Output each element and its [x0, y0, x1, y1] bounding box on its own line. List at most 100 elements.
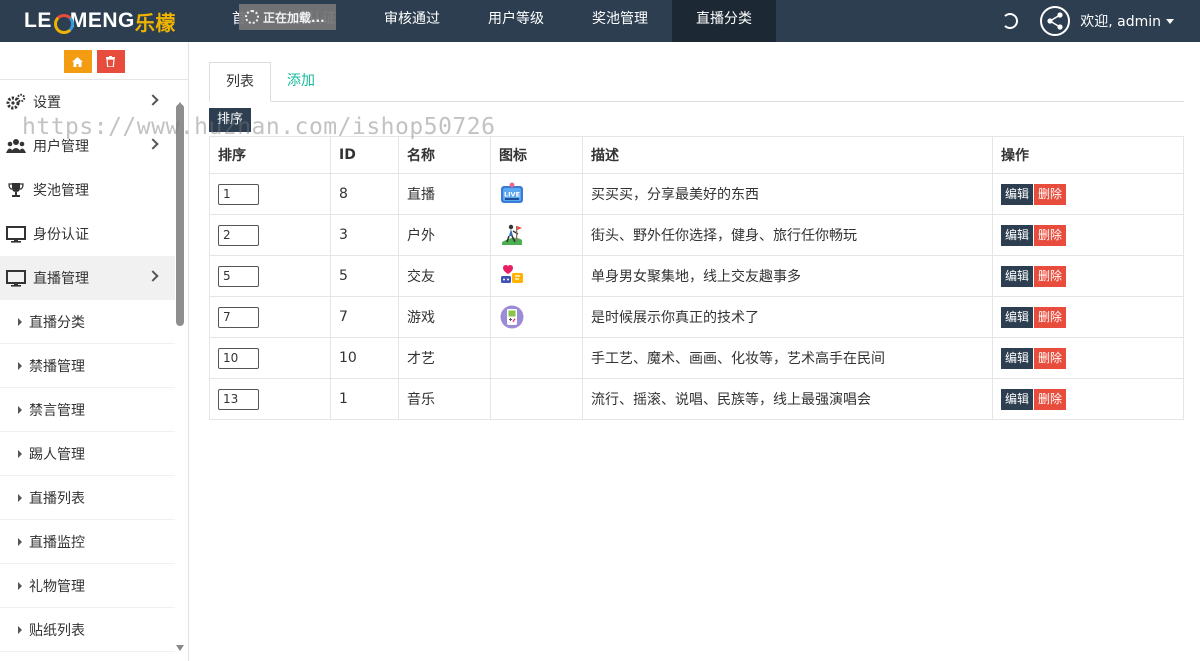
table-body: 8直播LIVE买买买，分享最美好的东西编辑删除3户外街头、野外任你选择，健身、旅…	[209, 173, 1184, 420]
sidebar-scrollbar[interactable]	[175, 100, 185, 661]
cell-actions: 编辑 删除	[992, 214, 1184, 256]
sidebar-subitem[interactable]: 贴纸列表	[0, 608, 175, 652]
cell-sort	[209, 214, 331, 256]
cell-name: 音乐	[398, 378, 491, 420]
top-navbar: LE MENG 乐檬 首份认证审核通过用户等级奖池管理直播分类 正在加载... …	[0, 0, 1200, 42]
sidebar-subitem[interactable]: 直播分类	[0, 300, 175, 344]
content-tabs: 列表 添加	[209, 62, 1184, 102]
edit-button[interactable]: 编辑	[1001, 265, 1034, 287]
cell-icon: LIVE	[490, 173, 583, 215]
nav-item[interactable]: 奖池管理	[568, 0, 672, 42]
sort-input[interactable]	[218, 347, 259, 369]
nav-item[interactable]: 直播分类	[672, 0, 776, 42]
caret-down-icon	[1166, 18, 1174, 24]
logo-text: LE	[24, 9, 52, 32]
edit-button[interactable]: 编辑	[1001, 388, 1034, 410]
sidebar-subitem[interactable]: 禁言管理	[0, 388, 175, 432]
chevron-right-icon	[147, 270, 159, 282]
cell-icon	[490, 378, 583, 420]
gears-icon	[5, 93, 27, 111]
cell-desc: 手工艺、魔术、画画、化妆等，艺术高手在民间	[582, 337, 993, 379]
caret-right-icon	[18, 537, 22, 546]
sidebar-subitem[interactable]: 直播列表	[0, 476, 175, 520]
table-row: 10才艺 手工艺、魔术、画画、化妆等，艺术高手在民间编辑删除	[209, 337, 1184, 379]
sidebar-subitem-label: 禁播管理	[29, 358, 85, 375]
delete-button[interactable]: 删除	[1034, 388, 1067, 410]
live-stream-icon: LIVE	[499, 181, 525, 207]
user-menu[interactable]: 欢迎, admin	[1080, 11, 1174, 31]
sidebar-item-label: 身份认证	[33, 227, 89, 243]
caret-right-icon	[18, 625, 22, 634]
nav-item[interactable]: 审核通过	[360, 0, 464, 42]
delete-button[interactable]: 删除	[1034, 265, 1067, 287]
sidebar-subitem[interactable]: 禁播管理	[0, 344, 175, 388]
sort-input[interactable]	[218, 265, 259, 287]
sidebar-subitem-label: 礼物管理	[29, 578, 85, 595]
cell-icon	[490, 337, 583, 379]
cell-id: 1	[330, 378, 399, 420]
cell-sort	[209, 173, 331, 215]
sidebar-subitem[interactable]: 礼物管理	[0, 564, 175, 608]
sidebar-item-label: 奖池管理	[33, 183, 89, 199]
sidebar-item-4[interactable]: 身份认证	[0, 212, 175, 256]
gameboy-icon	[499, 304, 525, 330]
sidebar-subitem[interactable]: 直播监控	[0, 520, 175, 564]
column-header-sort: 排序	[209, 136, 331, 174]
welcome-text: 欢迎, admin	[1080, 14, 1161, 30]
sidebar-item-label: 设置	[33, 95, 61, 111]
nav-item[interactable]: 用户等级	[464, 0, 568, 42]
sort-input[interactable]	[218, 224, 259, 246]
cell-desc: 买买买，分享最美好的东西	[582, 173, 993, 215]
column-header-actions: 操作	[992, 136, 1184, 174]
sidebar-subitem-label: 贴纸列表	[29, 622, 85, 639]
scroll-down-icon[interactable]	[176, 645, 184, 651]
edit-button[interactable]: 编辑	[1001, 347, 1034, 369]
cell-actions: 编辑 删除	[992, 337, 1184, 379]
cell-actions: 编辑 删除	[992, 296, 1184, 338]
cell-id: 7	[330, 296, 399, 338]
cell-actions: 编辑 删除	[992, 255, 1184, 297]
sort-input[interactable]	[218, 388, 259, 410]
trophy-icon	[5, 181, 27, 199]
column-header-id: ID	[330, 136, 399, 174]
category-table: 排序ID名称图标描述操作 8直播LIVE买买买，分享最美好的东西编辑删除3户外街…	[209, 136, 1184, 420]
top-right-tools: 欢迎, admin	[1002, 0, 1200, 42]
delete-button[interactable]: 删除	[1034, 224, 1067, 246]
chevron-right-icon	[147, 138, 159, 150]
delete-button[interactable]: 删除	[1034, 347, 1067, 369]
tab-list[interactable]: 列表	[209, 62, 271, 102]
sidebar-subitem-label: 禁言管理	[29, 402, 85, 419]
sidebar-item-3[interactable]: 奖池管理	[0, 168, 175, 212]
avatar[interactable]	[1040, 6, 1071, 36]
sort-input[interactable]	[218, 306, 259, 328]
edit-button[interactable]: 编辑	[1001, 306, 1034, 328]
cell-name: 户外	[398, 214, 491, 256]
caret-right-icon	[18, 361, 22, 370]
sort-input[interactable]	[218, 183, 259, 205]
logo-cn: 乐檬	[134, 10, 176, 35]
cell-actions: 编辑 删除	[992, 378, 1184, 420]
logo-star-icon	[53, 13, 74, 34]
edit-button[interactable]: 编辑	[1001, 224, 1034, 246]
sidebar-tools	[0, 42, 188, 80]
edit-button[interactable]: 编辑	[1001, 183, 1034, 205]
refresh-icon[interactable]	[1002, 13, 1019, 29]
logo[interactable]: LE MENG 乐檬	[24, 8, 176, 35]
cell-desc: 是时候展示你真正的技术了	[582, 296, 993, 338]
caret-right-icon	[18, 317, 22, 326]
monitor-icon	[5, 269, 27, 287]
sidebar-item-5[interactable]: 直播管理	[0, 256, 175, 300]
column-header-icon: 图标	[490, 136, 583, 174]
tab-add[interactable]: 添加	[271, 62, 331, 102]
clear-cache-button[interactable]	[96, 50, 125, 73]
caret-right-icon	[18, 449, 22, 458]
cell-desc: 街头、野外任你选择，健身、旅行任你畅玩	[582, 214, 993, 256]
cell-name: 才艺	[398, 337, 491, 379]
delete-button[interactable]: 删除	[1034, 306, 1067, 328]
delete-button[interactable]: 删除	[1034, 183, 1067, 205]
sidebar-menu: 设置 用户管理 奖池管理 身份认证 直播管理 直播分类 禁播管理 禁言管理 踢人管理 直播列表 直播…	[0, 80, 175, 652]
outdoor-icon	[499, 222, 525, 248]
sidebar-subitem[interactable]: 踢人管理	[0, 432, 175, 476]
table-header-row: 排序 ID 名称 图标 描述 操作	[209, 136, 1184, 174]
home-button[interactable]	[63, 50, 92, 73]
